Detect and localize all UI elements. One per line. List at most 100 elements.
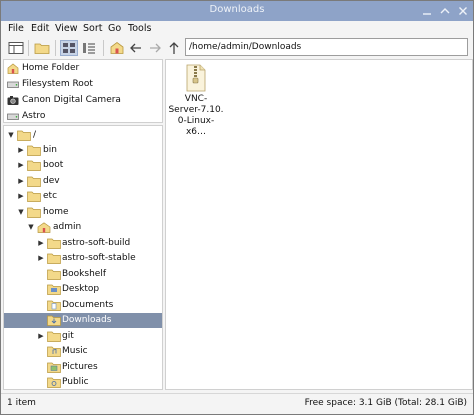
file-item-vnc-server[interactable]: VNC- Server-7.10. 0-Linux-x6… bbox=[168, 62, 224, 137]
arrow-up-icon bbox=[169, 42, 179, 54]
tree-item-astro-soft-stable[interactable]: ▶ astro-soft-stable bbox=[4, 251, 162, 266]
file-manager-window: Downloads File Edit View Sort Go Tools /… bbox=[0, 0, 474, 415]
menu-file[interactable]: File bbox=[8, 22, 24, 36]
maximize-icon bbox=[440, 8, 450, 14]
expanded-arrow-icon[interactable]: ▼ bbox=[7, 130, 15, 140]
toolbar-separator bbox=[55, 40, 56, 56]
tree-item-music[interactable]: Music bbox=[4, 344, 162, 359]
tree-item-etc[interactable]: ▶ etc bbox=[4, 189, 162, 204]
tree-item-downloads[interactable]: Downloads bbox=[4, 313, 162, 328]
parent-folder-button[interactable] bbox=[165, 40, 183, 56]
menu-edit[interactable]: Edit bbox=[31, 22, 49, 36]
home-icon bbox=[7, 63, 19, 74]
place-label: Astro bbox=[22, 111, 46, 121]
folder-icon bbox=[47, 238, 61, 249]
back-button[interactable] bbox=[127, 40, 145, 56]
list-view-button[interactable] bbox=[80, 40, 98, 56]
tree-item-label: Pictures bbox=[62, 362, 98, 372]
menu-tools[interactable]: Tools bbox=[128, 22, 151, 36]
tree-item-pictures[interactable]: Pictures bbox=[4, 360, 162, 375]
folder-icon bbox=[47, 331, 61, 342]
folder-icon bbox=[47, 269, 61, 280]
tree-item-label: Bookshelf bbox=[62, 269, 106, 279]
file-name-line: VNC- bbox=[184, 94, 208, 104]
file-name-line: 0-Linux-x6… bbox=[177, 116, 215, 137]
close-button[interactable] bbox=[455, 3, 471, 19]
downloads-folder-icon bbox=[47, 315, 61, 326]
minimize-button[interactable] bbox=[419, 3, 435, 19]
close-icon bbox=[459, 7, 467, 15]
music-folder-icon bbox=[47, 346, 61, 357]
tree-item-label: home bbox=[43, 207, 69, 217]
maximize-button[interactable] bbox=[437, 3, 453, 19]
home-icon bbox=[110, 42, 124, 54]
icon-view-icon bbox=[63, 43, 75, 53]
menu-bar: File Edit View Sort Go Tools bbox=[1, 21, 473, 37]
new-folder-button[interactable] bbox=[33, 40, 51, 56]
tree-item-label: astro-soft-stable bbox=[62, 253, 136, 263]
file-view[interactable]: VNC- Server-7.10. 0-Linux-x6… bbox=[165, 59, 473, 390]
menu-view[interactable]: View bbox=[55, 22, 78, 36]
tree-item-root[interactable]: ▼ / bbox=[4, 128, 162, 143]
collapsed-arrow-icon[interactable]: ▶ bbox=[37, 331, 45, 341]
free-space: Free space: 3.1 GiB (Total: 28.1 GiB) bbox=[304, 398, 467, 408]
item-count: 1 item bbox=[7, 398, 36, 408]
tree-item-label: Public bbox=[62, 377, 89, 387]
place-filesystem-root[interactable]: Filesystem Root bbox=[4, 77, 162, 93]
place-canon-camera[interactable]: Canon Digital Camera bbox=[4, 93, 162, 109]
pictures-folder-icon bbox=[47, 362, 61, 373]
tree-item-boot[interactable]: ▶ boot bbox=[4, 158, 162, 173]
collapsed-arrow-icon[interactable]: ▶ bbox=[37, 253, 45, 263]
file-name-line: Server-7.10. bbox=[168, 105, 224, 115]
tree-item-bookshelf[interactable]: Bookshelf bbox=[4, 267, 162, 282]
tree-item-label: / bbox=[33, 130, 37, 140]
status-bar: 1 item Free space: 3.1 GiB (Total: 28.1 … bbox=[1, 393, 473, 414]
icon-view-button[interactable] bbox=[60, 40, 78, 56]
collapsed-arrow-icon[interactable]: ▶ bbox=[37, 238, 45, 248]
menu-sort[interactable]: Sort bbox=[83, 22, 102, 36]
menu-go[interactable]: Go bbox=[108, 22, 121, 36]
directory-tree: ▼ / ▶ bin ▶ boot ▶ dev ▶ etc ▼ home ▼ ad… bbox=[3, 125, 163, 390]
home-folder-icon bbox=[37, 222, 51, 233]
expanded-arrow-icon[interactable]: ▼ bbox=[17, 207, 25, 217]
tree-item-git[interactable]: ▶ git bbox=[4, 329, 162, 344]
tree-item-desktop[interactable]: Desktop bbox=[4, 282, 162, 297]
toolbar-separator bbox=[28, 40, 29, 56]
tree-item-admin[interactable]: ▼ admin bbox=[4, 220, 162, 235]
place-astro[interactable]: Astro bbox=[4, 109, 162, 125]
drive-icon bbox=[7, 81, 19, 88]
home-button[interactable] bbox=[108, 40, 126, 56]
collapsed-arrow-icon[interactable]: ▶ bbox=[17, 160, 25, 170]
tree-item-label: astro-soft-build bbox=[62, 238, 131, 248]
folder-icon bbox=[47, 253, 61, 264]
tree-item-documents[interactable]: Documents bbox=[4, 298, 162, 313]
collapsed-arrow-icon[interactable]: ▶ bbox=[17, 176, 25, 186]
collapsed-arrow-icon[interactable]: ▶ bbox=[17, 145, 25, 155]
tree-item-label: boot bbox=[43, 160, 64, 170]
tree-item-public[interactable]: Public bbox=[4, 375, 162, 389]
forward-button[interactable] bbox=[146, 40, 164, 56]
folder-icon bbox=[27, 191, 41, 202]
window-title: Downloads bbox=[209, 4, 265, 15]
file-name: VNC- Server-7.10. 0-Linux-x6… bbox=[168, 94, 224, 138]
tree-item-label: admin bbox=[53, 222, 82, 232]
title-bar[interactable]: Downloads bbox=[1, 1, 473, 21]
places-panel: Home Folder Filesystem Root Canon Digita… bbox=[3, 59, 163, 123]
tree-item-home[interactable]: ▼ home bbox=[4, 205, 162, 220]
tree-item-label: bin bbox=[43, 145, 57, 155]
folder-icon bbox=[27, 160, 41, 171]
desktop-folder-icon bbox=[47, 284, 61, 295]
tree-item-astro-soft-build[interactable]: ▶ astro-soft-build bbox=[4, 236, 162, 251]
drive-icon bbox=[7, 113, 19, 120]
toggle-sidebar-button[interactable] bbox=[7, 40, 25, 56]
tree-item-label: git bbox=[62, 331, 74, 341]
place-home-folder[interactable]: Home Folder bbox=[4, 61, 162, 77]
camera-icon bbox=[7, 96, 19, 105]
collapsed-arrow-icon[interactable]: ▶ bbox=[17, 191, 25, 201]
tree-item-label: Desktop bbox=[62, 284, 100, 294]
path-input[interactable] bbox=[185, 38, 468, 56]
tree-item-bin[interactable]: ▶ bin bbox=[4, 143, 162, 158]
tree-item-dev[interactable]: ▶ dev bbox=[4, 174, 162, 189]
expanded-arrow-icon[interactable]: ▼ bbox=[27, 222, 35, 232]
list-view-icon bbox=[83, 43, 95, 54]
